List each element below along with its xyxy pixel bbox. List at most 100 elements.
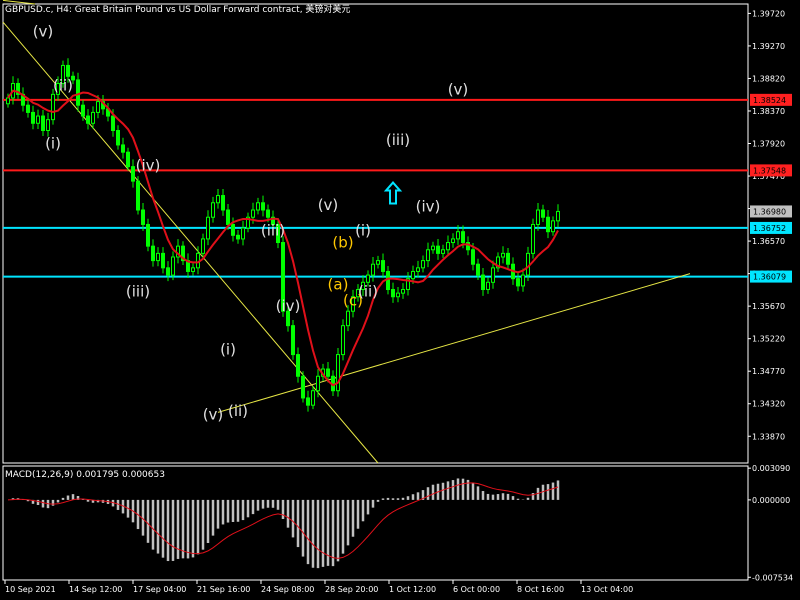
- wave-label: (i): [355, 221, 371, 239]
- wave-label: (v): [33, 23, 54, 41]
- price-chart[interactable]: (v)(ii)(i)(iv)(iii)(v)(i)(ii)(iii)(iv)(v…: [0, 0, 800, 600]
- candle-body: [126, 151, 130, 168]
- candle-body: [371, 263, 375, 276]
- candle-body: [341, 325, 345, 356]
- candle-body: [41, 115, 45, 131]
- price-tick-label: 1.35220: [752, 335, 785, 344]
- wave-label: (ii): [53, 77, 73, 95]
- candle-body: [381, 260, 385, 272]
- wave-label: (i): [220, 341, 236, 359]
- wave-label: (i): [45, 135, 61, 153]
- wave-label: (ii): [228, 402, 248, 420]
- candle-body: [476, 263, 480, 276]
- candle-body: [151, 245, 155, 262]
- candle-body: [201, 238, 205, 254]
- wave-label: (iii): [261, 221, 285, 239]
- chart-background: [0, 0, 800, 600]
- candle-body: [251, 209, 255, 218]
- candle-body: [526, 252, 530, 276]
- candle-body: [266, 209, 270, 218]
- wave-label: (b): [332, 234, 353, 252]
- candle-body: [206, 216, 210, 240]
- macd-tick-label: 0.003090: [752, 464, 790, 473]
- macd-tick-label: 0.000000: [752, 496, 790, 505]
- candle-body: [326, 368, 330, 377]
- candle-body: [506, 252, 510, 265]
- candle-body: [541, 209, 545, 218]
- candle-body: [111, 115, 115, 131]
- candle-body: [311, 390, 315, 406]
- wave-label: (v): [318, 196, 339, 214]
- price-tick-label: 1.35670: [752, 302, 785, 311]
- candle-body: [91, 111, 95, 124]
- candle-body: [96, 101, 100, 113]
- candle-body: [346, 310, 350, 327]
- price-tick-label: 1.38370: [752, 107, 785, 116]
- time-label: 21 Sep 16:00: [197, 585, 250, 594]
- candle-body: [171, 256, 175, 276]
- candle-body: [6, 97, 10, 105]
- price-tick-label: 1.39720: [752, 9, 785, 18]
- candle-body: [446, 242, 450, 251]
- candle-body: [441, 249, 445, 254]
- candle-body: [376, 260, 380, 265]
- candle-body: [536, 209, 540, 225]
- candle-body: [491, 267, 495, 283]
- candle-body: [426, 249, 430, 262]
- wave-label: (iv): [276, 297, 301, 315]
- candle-body: [121, 144, 125, 153]
- candle-body: [226, 209, 230, 225]
- candle-body: [531, 223, 535, 254]
- price-tag-label: 1.36079: [753, 273, 786, 282]
- wave-label: (iii): [386, 131, 410, 149]
- candle-body: [256, 202, 260, 211]
- time-label: 6 Oct 00:00: [453, 585, 500, 594]
- price-tick-label: 1.34320: [752, 400, 785, 409]
- price-tick-label: 1.38820: [752, 74, 785, 83]
- candle-body: [81, 104, 85, 117]
- candle-body: [411, 270, 415, 280]
- candle-body: [191, 267, 195, 272]
- price-tag-label: 1.36980: [753, 207, 786, 216]
- candle-body: [516, 278, 520, 287]
- candle-body: [131, 166, 135, 182]
- candle-body: [551, 220, 555, 233]
- candle-body: [236, 234, 240, 240]
- candle-body: [456, 231, 460, 240]
- time-label: 17 Sep 04:00: [133, 585, 186, 594]
- candle-body: [136, 180, 140, 211]
- candle-body: [396, 292, 400, 298]
- time-label: 14 Sep 12:00: [69, 585, 122, 594]
- candle-body: [391, 289, 395, 298]
- symbol-header: GBPUSD.c, H4: Great Britain Pound vs US …: [5, 3, 350, 15]
- candle-body: [421, 260, 425, 269]
- time-label: 8 Oct 16:00: [517, 585, 564, 594]
- candle-body: [146, 223, 150, 247]
- candle-body: [211, 202, 215, 218]
- time-label: 24 Sep 08:00: [261, 585, 314, 594]
- candle-body: [291, 325, 295, 356]
- candle-body: [241, 227, 245, 240]
- candle-body: [166, 267, 170, 276]
- candle-body: [116, 129, 120, 146]
- candle-body: [316, 375, 320, 392]
- candle-body: [301, 375, 305, 399]
- candle-body: [221, 195, 225, 211]
- macd-tick-label: -0.007534: [752, 573, 793, 582]
- candle-body: [501, 252, 505, 258]
- candle-body: [216, 195, 220, 204]
- price-tick-label: 1.37920: [752, 140, 785, 149]
- wave-label: (v): [448, 80, 469, 98]
- candle-body: [416, 267, 420, 272]
- candle-body: [261, 202, 265, 211]
- time-label: 1 Oct 12:00: [389, 585, 436, 594]
- candle-body: [386, 270, 390, 291]
- candle-body: [156, 252, 160, 262]
- price-tag-label: 1.36752: [753, 224, 786, 233]
- candle-body: [471, 249, 475, 265]
- candle-body: [556, 210, 560, 222]
- candle-body: [461, 231, 465, 244]
- candle-body: [481, 274, 485, 291]
- price-tag-label: 1.38524: [753, 96, 786, 105]
- wave-label: (v): [203, 406, 224, 424]
